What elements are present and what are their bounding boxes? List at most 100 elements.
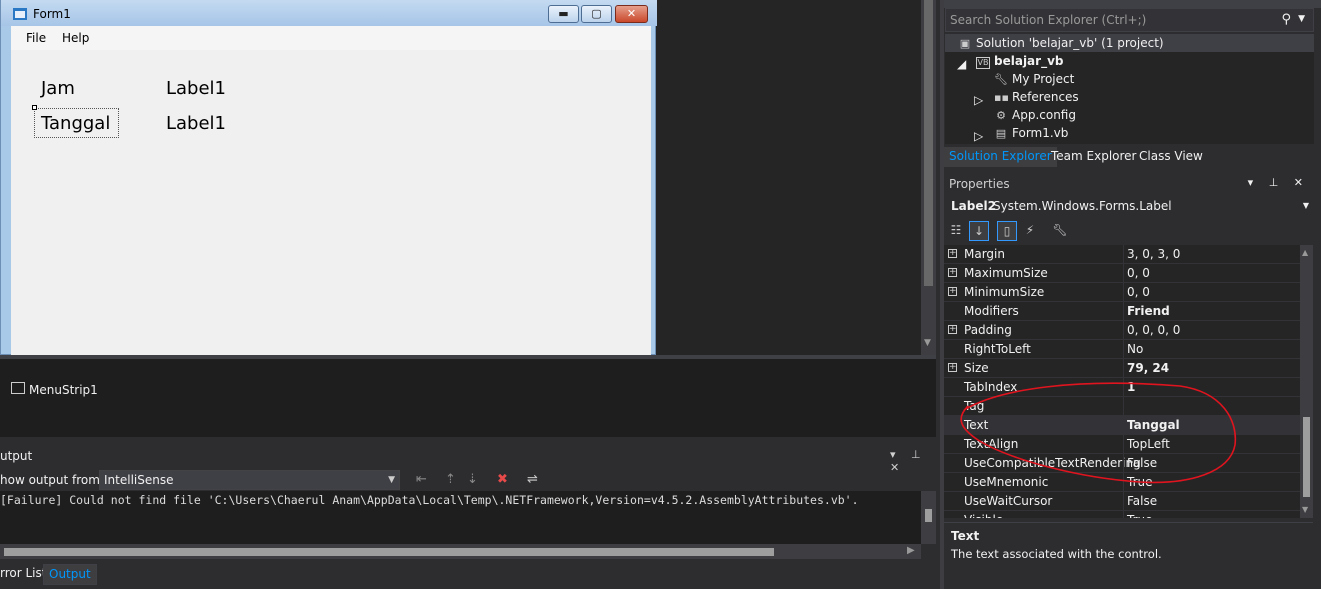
property-row-righttoleft[interactable]: RightToLeft No — [944, 340, 1300, 359]
expand-icon[interactable]: + — [948, 325, 957, 334]
expand-icon[interactable]: + — [948, 249, 957, 258]
resize-handle[interactable] — [32, 105, 37, 110]
designer-scrollbar[interactable]: ▼ — [921, 0, 936, 355]
menu-help[interactable]: Help — [62, 31, 89, 45]
tab-team-explorer[interactable]: Team Explorer — [1046, 147, 1142, 167]
search-icon[interactable]: ⚲ — [1281, 12, 1291, 27]
expand-icon[interactable]: + — [948, 363, 957, 372]
tray-item-menustrip[interactable]: MenuStrip1 — [29, 383, 98, 397]
property-row-padding[interactable]: + Padding 0, 0, 0, 0 — [944, 321, 1300, 340]
property-value[interactable]: 79, 24 — [1127, 361, 1169, 375]
word-wrap-icon[interactable]: ⇌ — [527, 472, 538, 487]
property-pages-icon[interactable]: 🔧︎ — [1050, 221, 1070, 241]
property-name: Size — [964, 361, 989, 375]
property-value[interactable]: 0, 0, 0, 0 — [1127, 323, 1180, 337]
collapse-icon[interactable]: ◢ — [957, 57, 966, 71]
output-text[interactable]: [Failure] Could not find file 'C:\Users\… — [0, 491, 921, 544]
property-row-minimumsize[interactable]: + MinimumSize 0, 0 — [944, 283, 1300, 302]
label-jam[interactable]: Jam — [41, 78, 75, 99]
property-row-textalign[interactable]: TextAlign TopLeft — [944, 435, 1300, 454]
property-row-usemnemonic[interactable]: UseMnemonic True — [944, 473, 1300, 492]
property-row-usecompatibletextrendering[interactable]: UseCompatibleTextRendering False — [944, 454, 1300, 473]
property-value[interactable]: 3, 0, 3, 0 — [1127, 247, 1180, 261]
property-row-size[interactable]: + Size 79, 24 — [944, 359, 1300, 378]
property-row-modifiers[interactable]: Modifiers Friend — [944, 302, 1300, 321]
property-name: TextAlign — [964, 437, 1019, 451]
alphabetical-icon[interactable]: ↓ — [969, 221, 989, 241]
property-name: Modifiers — [964, 304, 1019, 318]
property-row-tag[interactable]: Tag — [944, 397, 1300, 416]
scrollbar-thumb[interactable] — [924, 0, 933, 286]
scroll-down-icon[interactable]: ▼ — [924, 338, 931, 348]
output-hscrollbar[interactable]: ▶ — [0, 544, 921, 559]
scrollbar-thumb[interactable] — [4, 548, 774, 556]
clear-all-icon[interactable]: ✖ — [497, 472, 508, 487]
output-window-controls[interactable]: ▾ ⊥ ✕ — [890, 448, 936, 474]
tree-item-form1[interactable]: ▤ Form1.vb — [994, 126, 1069, 140]
tab-output[interactable]: Output — [43, 564, 97, 585]
property-value[interactable]: Tanggal — [1127, 418, 1180, 432]
properties-icon[interactable]: ▯ — [997, 221, 1017, 241]
tree-item-project[interactable]: VB belajar_vb — [976, 54, 1063, 69]
output-source-select[interactable]: IntelliSense ▼ — [99, 470, 400, 490]
property-row-usewaitcursor[interactable]: UseWaitCursor False — [944, 492, 1300, 511]
property-value[interactable]: False — [1127, 494, 1157, 508]
close-button[interactable]: ✕ — [615, 5, 648, 23]
property-row-maximumsize[interactable]: + MaximumSize 0, 0 — [944, 264, 1300, 283]
tab-class-view[interactable]: Class View — [1134, 147, 1208, 167]
tab-solution-explorer[interactable]: Solution Explorer — [944, 147, 1057, 167]
prev-message-icon[interactable]: ⇡ — [445, 472, 456, 487]
property-row-tabindex[interactable]: TabIndex 1 — [944, 378, 1300, 397]
scroll-right-icon[interactable]: ▶ — [907, 545, 915, 556]
next-message-icon[interactable]: ⇣ — [467, 472, 478, 487]
expand-icon[interactable]: ▷ — [974, 129, 983, 143]
form-title: Form1 — [33, 7, 71, 21]
property-value[interactable]: Friend — [1127, 304, 1170, 318]
property-value[interactable]: False — [1127, 456, 1157, 470]
output-vscrollbar[interactable] — [921, 491, 936, 544]
property-value[interactable]: 1 — [1127, 380, 1135, 394]
property-value[interactable]: 0, 0 — [1127, 285, 1150, 299]
property-value[interactable]: No — [1127, 342, 1143, 356]
tree-item-app-config[interactable]: ⚙ App.config — [994, 108, 1076, 122]
menu-file[interactable]: File — [26, 31, 46, 45]
events-icon[interactable]: ⚡ — [1020, 221, 1040, 241]
categorized-icon[interactable]: ☷ — [946, 221, 966, 241]
properties-window-controls[interactable]: ▾ ⊥ ✕ — [1248, 176, 1309, 189]
output-source-value: IntelliSense — [104, 473, 174, 487]
column-divider — [1123, 359, 1124, 378]
chevron-down-icon[interactable]: ▼ — [1298, 14, 1305, 24]
properties-object-select[interactable]: Label2 System.Windows.Forms.Label ▼ — [944, 196, 1313, 216]
property-value[interactable]: TopLeft — [1127, 437, 1170, 451]
expand-icon[interactable]: + — [948, 287, 957, 296]
scroll-up-icon[interactable]: ▲ — [1302, 248, 1308, 257]
tree-item-my-project[interactable]: 🔧︎ My Project — [994, 72, 1074, 86]
property-row-margin[interactable]: + Margin 3, 0, 3, 0 — [944, 245, 1300, 264]
property-name: Visible — [964, 513, 1003, 518]
form-window[interactable]: Form1 ▬ ▢ ✕ File Help Jam Label1 Tanggal… — [0, 0, 657, 355]
property-row-visible[interactable]: Visible True — [944, 511, 1300, 518]
property-value[interactable]: 0, 0 — [1127, 266, 1150, 280]
wrench-icon: 🔧︎ — [994, 73, 1008, 86]
solution-icon: ▣ — [959, 37, 971, 50]
expand-icon[interactable]: ▷ — [974, 93, 983, 107]
label-tanggal-value[interactable]: Label1 — [166, 113, 226, 134]
property-grid-scrollbar[interactable]: ▲ ▼ — [1300, 245, 1313, 518]
maximize-button[interactable]: ▢ — [581, 5, 612, 23]
scrollbar-thumb[interactable] — [925, 509, 932, 522]
form-client-area[interactable] — [11, 26, 651, 355]
expand-icon[interactable]: + — [948, 268, 957, 277]
solution-search-input[interactable]: Search Solution Explorer (Ctrl+;) ⚲ ▼ — [945, 8, 1314, 32]
config-file-icon: ⚙ — [996, 109, 1006, 122]
label-tanggal[interactable]: Tanggal — [41, 113, 110, 134]
tree-item-solution[interactable]: ▣ Solution 'belajar_vb' (1 project) — [958, 36, 1164, 50]
property-row-text[interactable]: Text Tanggal — [944, 416, 1300, 435]
property-value[interactable]: True — [1127, 513, 1153, 518]
scroll-down-icon[interactable]: ▼ — [1302, 505, 1308, 514]
scrollbar-thumb[interactable] — [1303, 417, 1310, 497]
tree-item-references[interactable]: ▪▪ References — [994, 90, 1079, 104]
property-value[interactable]: True — [1127, 475, 1153, 489]
label-jam-value[interactable]: Label1 — [166, 78, 226, 99]
minimize-button[interactable]: ▬ — [548, 5, 579, 23]
find-message-icon[interactable]: ⇤ — [416, 472, 427, 487]
